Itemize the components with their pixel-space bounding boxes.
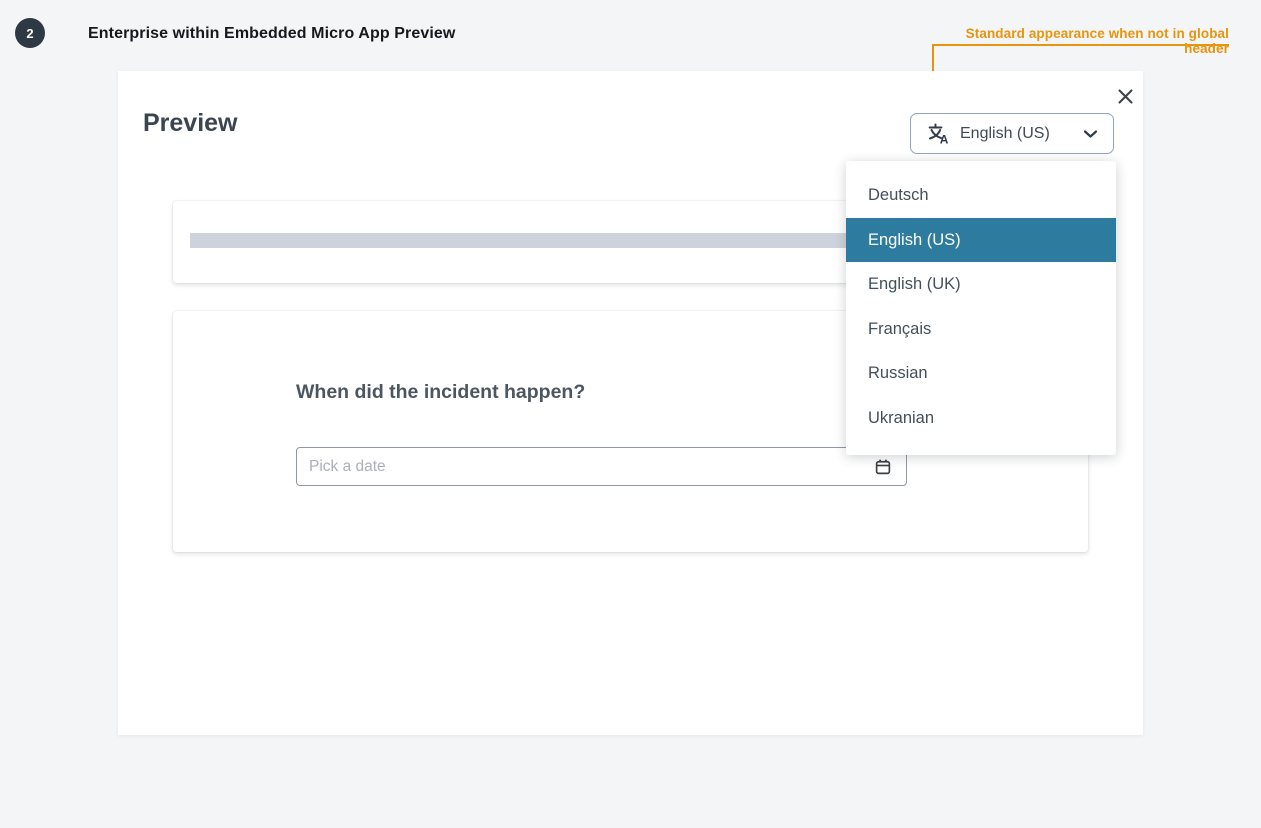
language-option[interactable]: Russian (846, 351, 1116, 396)
annotation-label: Standard appearance when not in global h… (932, 26, 1229, 56)
translate-icon: A (926, 121, 951, 146)
date-field[interactable] (296, 447, 907, 486)
page-title: Enterprise within Embedded Micro App Pre… (88, 25, 455, 43)
language-dropdown-menu: Deutsch English (US) English (UK) França… (846, 161, 1116, 455)
close-button[interactable] (1110, 81, 1140, 111)
close-icon (1117, 88, 1134, 105)
language-option[interactable]: English (US) (846, 218, 1116, 263)
preview-heading: Preview (143, 109, 238, 138)
annotation-underline (932, 44, 1229, 46)
question-label: When did the incident happen? (296, 381, 585, 404)
preview-panel: Preview A English (US) (118, 71, 1143, 735)
step-number-badge: 2 (15, 18, 45, 48)
language-option[interactable]: Français (846, 307, 1116, 352)
chevron-down-icon (1083, 129, 1098, 139)
calendar-icon[interactable] (874, 458, 892, 476)
language-option[interactable]: Deutsch (846, 173, 1116, 218)
date-input[interactable] (309, 448, 866, 485)
step-number: 2 (26, 26, 33, 41)
language-selector-label: English (US) (960, 125, 1050, 143)
language-selector-button[interactable]: A English (US) (910, 113, 1114, 154)
language-option[interactable]: Ukranian (846, 396, 1116, 441)
language-option[interactable]: English (UK) (846, 262, 1116, 307)
svg-text:A: A (940, 132, 949, 146)
